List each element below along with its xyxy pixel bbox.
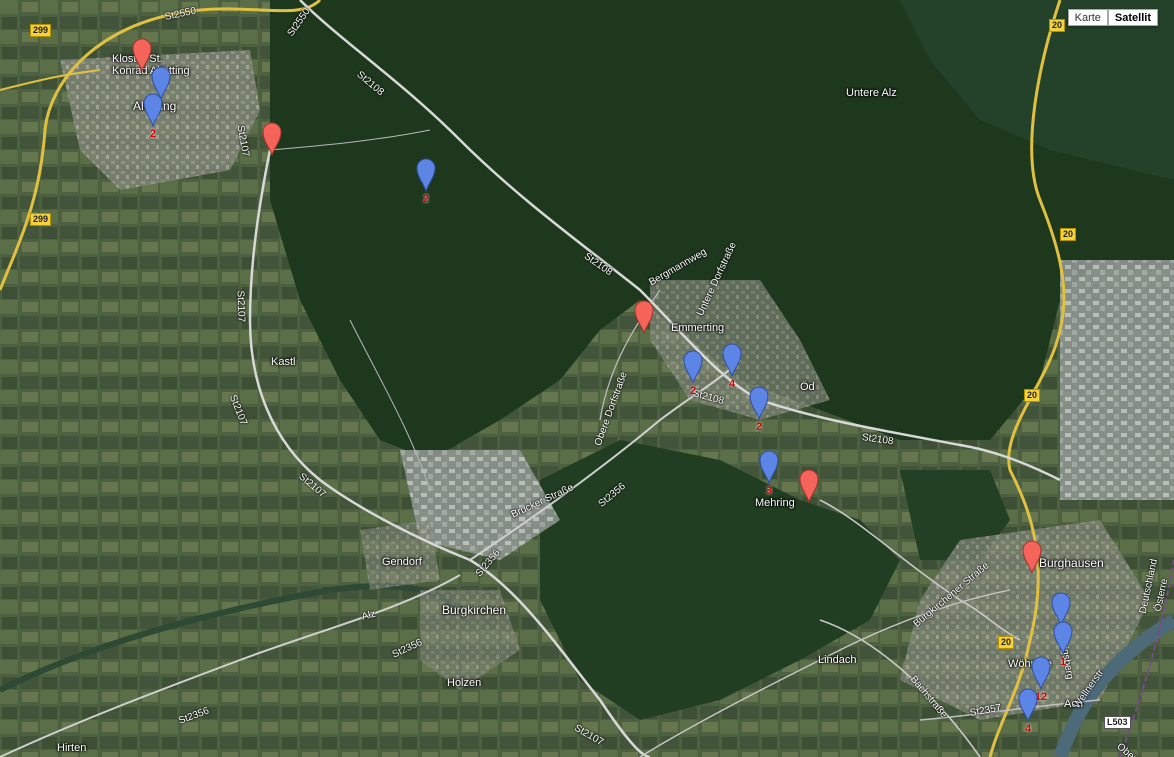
place-label-holzen: Holzen [447,677,482,689]
place-label-hirten: Hirten [57,742,87,754]
place-label-emmerting: Emmerting [671,322,725,334]
satellite-map[interactable]: Karte Satellit 299 299 20 20 20 20 L503 … [0,0,1174,757]
blue-map-marker[interactable] [1053,621,1073,656]
marker-count-label: 2 [755,421,763,433]
red-map-marker[interactable] [1022,540,1042,575]
map-type-satellite-button[interactable]: Satellit [1107,9,1158,26]
road-shield-b299: 299 [30,24,52,37]
road-shield-b299: 299 [30,213,52,226]
place-label-burghausen: Burghausen [1039,556,1104,570]
marker-count-label: 3 [765,485,773,497]
red-map-marker[interactable] [262,122,282,157]
marker-count-label: 2 [149,128,157,140]
blue-map-marker[interactable] [1031,656,1051,691]
road-shield-b20: 20 [1024,389,1041,402]
place-label-oed: Öd [800,381,815,393]
marker-count-label: 4 [1024,723,1032,735]
red-map-marker[interactable] [634,300,654,335]
red-map-marker[interactable] [132,38,152,73]
blue-map-marker[interactable] [722,343,742,378]
place-label-untere-alz: Untere Alz [846,87,897,99]
blue-map-marker[interactable] [1018,688,1038,723]
road-shield-b20: 20 [1049,19,1066,32]
place-label-mehring: Mehring [755,497,795,509]
blue-map-marker[interactable] [143,93,163,128]
marker-count-label: 2 [689,385,697,397]
red-map-marker[interactable] [799,469,819,504]
blue-map-marker[interactable] [683,350,703,385]
map-type-control: Karte Satellit [1067,9,1158,26]
place-label-lindach: Lindach [818,654,857,666]
blue-map-marker[interactable] [749,386,769,421]
blue-map-marker[interactable] [759,450,779,485]
road-shield-b20: 20 [998,636,1015,649]
marker-count-label: 4 [728,378,736,390]
road-shield-l503: L503 [1104,716,1131,729]
map-type-map-button[interactable]: Karte [1067,9,1108,26]
blue-map-marker[interactable] [416,158,436,193]
road-label-st2107: St2107 [234,290,247,323]
marker-count-label: 2 [422,193,430,205]
place-label-kastl: Kastl [271,356,296,368]
place-label-burgkirchen: Burgkirchen [442,603,507,617]
place-label-gendorf: Gendorf [382,556,422,568]
marker-count-label: 1 [1059,656,1067,668]
road-shield-b20: 20 [1060,228,1077,241]
